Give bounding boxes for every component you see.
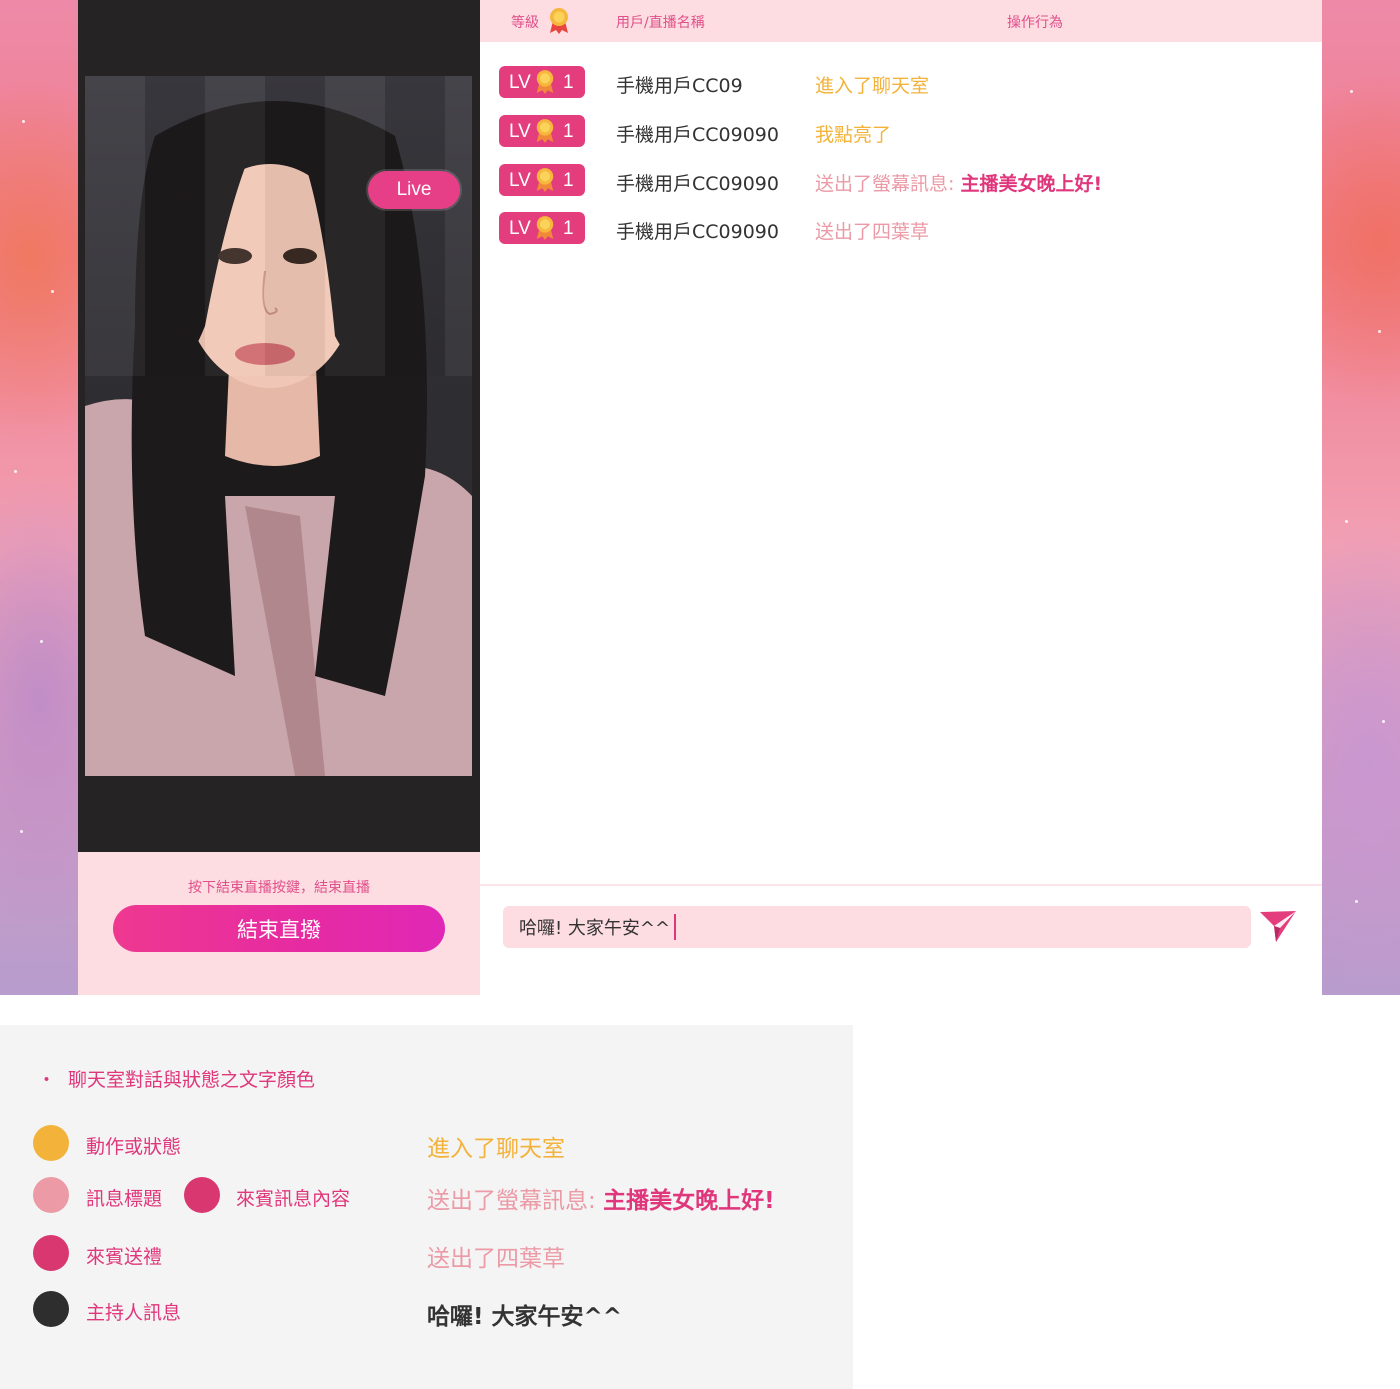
chat-action-status: 我點亮了 (815, 124, 892, 146)
chat-row: LV 1 手機用戶CC09090 送出了螢幕訊息: 主播美女晚上好! (480, 164, 1322, 198)
video-panel: Live (78, 0, 480, 852)
level-number: 1 (563, 170, 574, 191)
message-title-color-swatch (33, 1177, 69, 1213)
level-number: 1 (563, 121, 574, 142)
message-title: 送出了螢幕訊息: (815, 173, 961, 195)
text-caret (674, 914, 677, 940)
medal-icon (534, 167, 556, 199)
header-level: 等級 (511, 15, 539, 31)
gift-label: 來賓送禮 (86, 1246, 163, 1268)
chat-row: LV 1 手機用戶CC09090 送出了四葉草 (480, 212, 1322, 246)
end-stream-hint: 按下結束直播按鍵，結束直播 (188, 880, 370, 896)
status-label: 動作或狀態 (86, 1136, 182, 1158)
level-badge: LV 1 (499, 66, 585, 98)
chat-action-status: 進入了聊天室 (815, 75, 930, 97)
level-badge-label: LV (509, 121, 531, 142)
divider (480, 884, 1322, 886)
chat-row: LV 1 手機用戶CC09 進入了聊天室 (480, 66, 1322, 100)
level-number: 1 (563, 72, 574, 93)
level-badge: LV 1 (499, 115, 585, 147)
level-badge-label: LV (509, 72, 531, 93)
level-badge: LV 1 (499, 164, 585, 196)
legend-title: ・聊天室對話與狀態之文字顏色 (37, 1065, 315, 1092)
chat-header: 等級 用戶/直播名稱 操作行為 (480, 0, 1322, 42)
example-host: 哈囉! 大家午安^^ (427, 1304, 623, 1330)
legend-title-text: 聊天室對話與狀態之文字顏色 (68, 1069, 316, 1091)
send-button[interactable] (1258, 906, 1298, 946)
host-label: 主持人訊息 (86, 1302, 182, 1324)
live-badge: Live (368, 171, 460, 209)
example-status: 進入了聊天室 (427, 1136, 565, 1162)
chat-action-gift: 送出了四葉草 (815, 221, 930, 243)
live-video-feed: Live (85, 76, 472, 776)
chat-action-message: 送出了螢幕訊息: 主播美女晚上好! (815, 169, 1102, 196)
chat-input[interactable]: 哈囉! 大家午安^^ (503, 906, 1251, 948)
example-message-content: 主播美女晚上好! (603, 1188, 775, 1214)
chat-input-value: 哈囉! 大家午安^^ (519, 918, 671, 939)
message-title-label: 訊息標題 (86, 1188, 163, 1210)
example-gift: 送出了四葉草 (427, 1246, 565, 1272)
example-message-title: 送出了螢幕訊息: (427, 1188, 604, 1214)
gift-color-swatch (33, 1235, 69, 1271)
level-number: 1 (563, 218, 574, 239)
chat-username: 手機用戶CC09 (616, 75, 743, 97)
message-content-color-swatch (184, 1177, 220, 1213)
medal-icon (534, 215, 556, 247)
end-stream-panel: 按下結束直播按鍵，結束直播 結束直撥 (78, 852, 480, 995)
level-badge-label: LV (509, 218, 531, 239)
chat-username: 手機用戶CC09090 (616, 221, 779, 243)
medal-icon (534, 118, 556, 150)
live-stream-app: Live 按下結束直播按鍵，結束直播 結束直撥 等級 用戶/直播名稱 操作行為 (0, 0, 1400, 995)
color-legend: ・聊天室對話與狀態之文字顏色 動作或狀態 訊息標題 來賓訊息內容 來賓送禮 主持… (0, 1025, 853, 1389)
chat-username: 手機用戶CC09090 (616, 124, 779, 146)
header-action: 操作行為 (1007, 15, 1063, 31)
level-badge: LV 1 (499, 212, 585, 244)
send-icon (1260, 911, 1296, 942)
chat-row: LV 1 手機用戶CC09090 我點亮了 (480, 115, 1322, 149)
chat-username: 手機用戶CC09090 (616, 173, 779, 195)
medal-icon (547, 7, 571, 39)
medal-icon (534, 69, 556, 101)
level-badge-label: LV (509, 170, 531, 191)
message-content: 主播美女晚上好! (960, 173, 1103, 195)
example-message: 送出了螢幕訊息: 主播美女晚上好! (427, 1181, 775, 1215)
end-stream-button[interactable]: 結束直撥 (113, 905, 445, 952)
status-color-swatch (33, 1125, 69, 1161)
header-user: 用戶/直播名稱 (616, 15, 705, 31)
host-color-swatch (33, 1291, 69, 1327)
chat-panel: 等級 用戶/直播名稱 操作行為 LV 1 手機用戶CC09 進入了聊天室 LV … (480, 0, 1322, 995)
bullet: ・ (37, 1069, 57, 1091)
message-content-label: 來賓訊息內容 (236, 1188, 351, 1210)
